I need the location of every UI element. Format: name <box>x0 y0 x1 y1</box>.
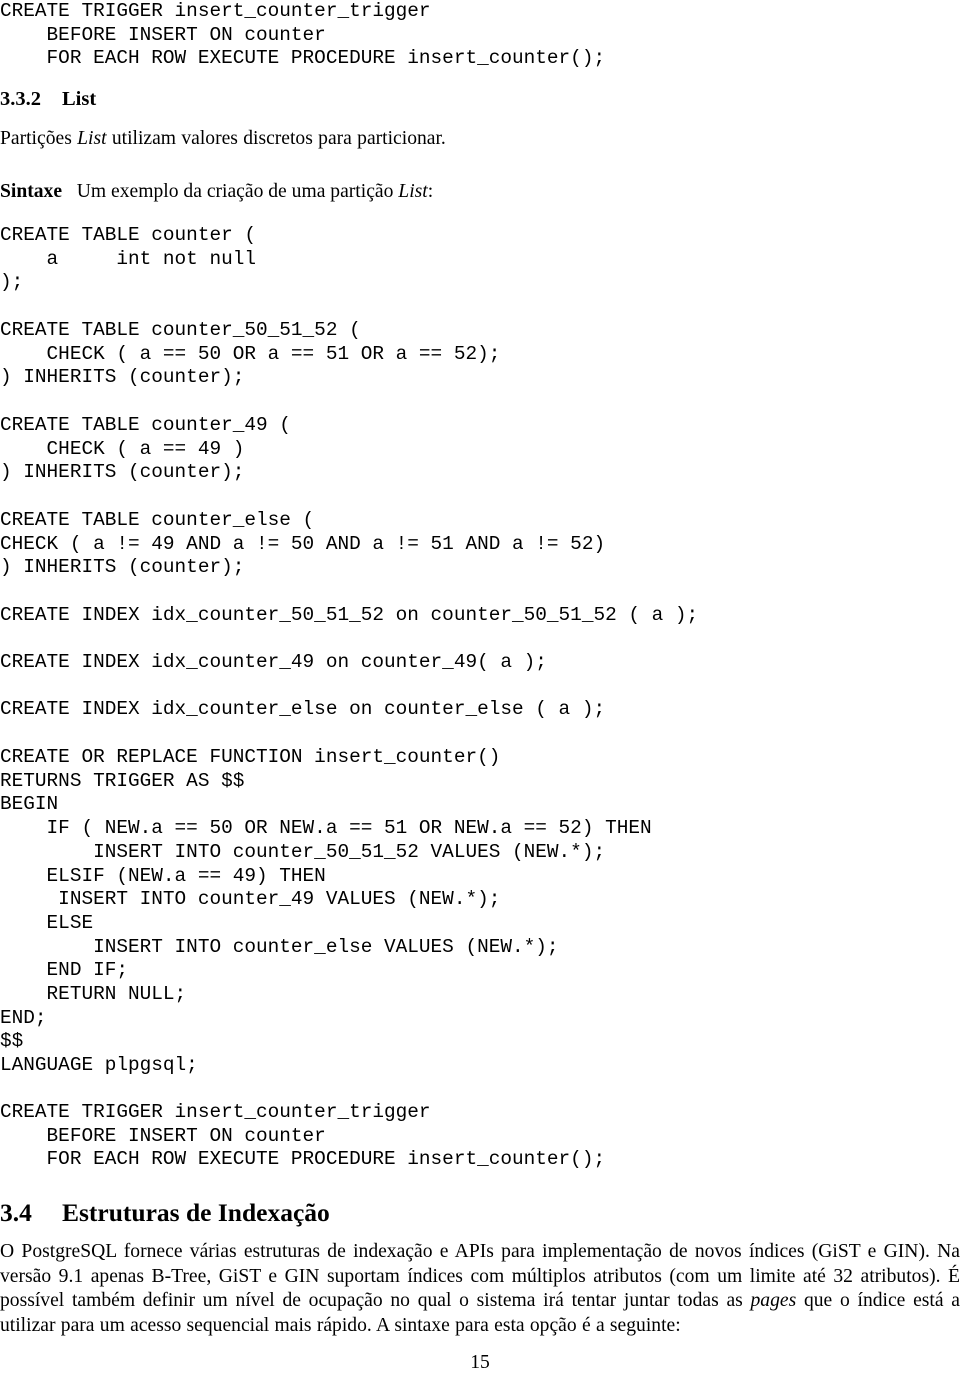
code-block-create-index-50-51-52: CREATE INDEX idx_counter_50_51_52 on cou… <box>0 604 699 626</box>
code-block-create-table-counter-49: CREATE TABLE counter_49 ( CHECK ( a == 4… <box>0 414 291 484</box>
code-block-create-trigger-top: CREATE TRIGGER insert_counter_trigger BE… <box>0 0 606 70</box>
list-intro-before: Partições <box>0 128 78 149</box>
heading-3-3-2: 3.3.2 List <box>0 87 96 111</box>
paragraph-list-intro: Partições List utilizam valores discreto… <box>0 127 960 152</box>
code-block-create-index-else: CREATE INDEX idx_counter_else on counter… <box>0 698 606 720</box>
sintaxe-before: Um exemplo da criação de uma partição <box>76 181 399 202</box>
code-block-create-table-counter: CREATE TABLE counter ( a int not null ); <box>0 224 256 294</box>
page-number: 15 <box>470 1352 490 1373</box>
sintaxe-italic-term: List <box>398 181 428 202</box>
heading-3-3-2-number: 3.3.2 <box>0 88 41 110</box>
sintaxe-after: : <box>427 181 434 202</box>
list-intro-italic-term: List <box>77 128 107 149</box>
list-intro-after: utilizam valores discretos para particio… <box>106 128 446 149</box>
code-block-create-index-49: CREATE INDEX idx_counter_49 on counter_4… <box>0 651 547 673</box>
heading-3-4-number: 3.4 <box>0 1198 32 1227</box>
heading-3-3-2-title: List <box>62 88 97 110</box>
heading-3-4: 3.4 Estruturas de Indexação <box>0 1198 330 1228</box>
indexacao-italic-term: pages <box>750 1290 797 1312</box>
document-page: CREATE TRIGGER insert_counter_trigger BE… <box>0 0 960 1387</box>
sintaxe-label: Sintaxe <box>0 181 63 202</box>
code-block-create-function-insert-counter: CREATE OR REPLACE FUNCTION insert_counte… <box>0 746 652 1077</box>
paragraph-indexacao: O PostgreSQL fornece várias estruturas d… <box>0 1240 960 1338</box>
paragraph-sintaxe: Sintaxe Um exemplo da criação de uma par… <box>0 180 960 205</box>
code-block-create-trigger-bottom: CREATE TRIGGER insert_counter_trigger BE… <box>0 1101 606 1171</box>
code-block-create-table-counter-50-51-52: CREATE TABLE counter_50_51_52 ( CHECK ( … <box>0 319 501 389</box>
code-block-create-table-counter-else: CREATE TABLE counter_else ( CHECK ( a !=… <box>0 509 606 579</box>
heading-3-4-title: Estruturas de Indexação <box>62 1198 330 1227</box>
